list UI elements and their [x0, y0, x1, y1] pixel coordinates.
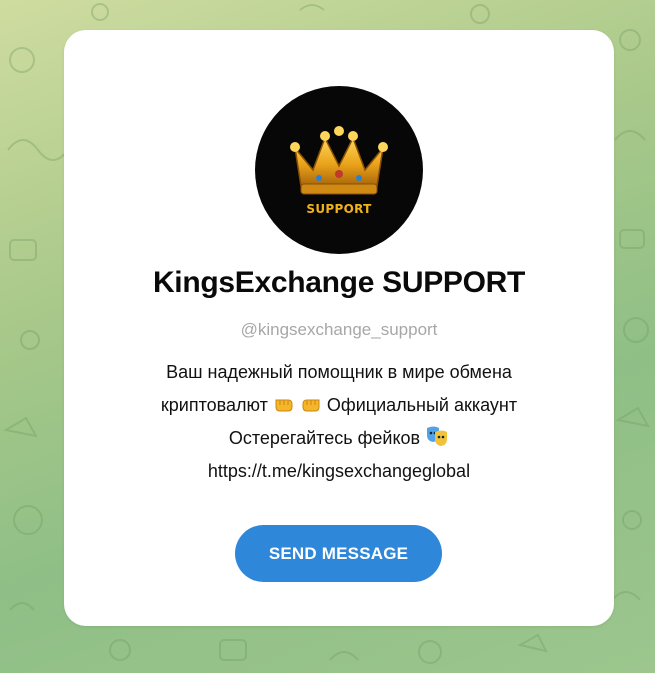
bio-link[interactable]: https://t.me/kingsexchangeglobal [84, 455, 594, 488]
right-facing-fist-icon [302, 399, 320, 412]
bio-line-1: Ваш надежный помощник в мире обмена [166, 362, 512, 382]
send-message-button[interactable]: SEND MESSAGE [235, 525, 442, 582]
profile-name: KingsExchange SUPPORT [152, 266, 526, 299]
profile-bio: Ваш надежный помощник в мире обмена крип… [84, 356, 594, 488]
bio-text: криптовалют [160, 395, 268, 415]
profile-card: SUPPORT KingsExchange SUPPORT @kingsexch… [64, 30, 614, 626]
bio-text: Официальный аккаунт [326, 395, 518, 415]
left-facing-fist-icon [275, 399, 293, 412]
avatar[interactable]: SUPPORT [255, 86, 423, 254]
bio-line-3: Остерегайтесь фейков [84, 422, 594, 455]
performing-arts-icon [427, 426, 448, 446]
profile-username[interactable]: @kingsexchange_support [64, 320, 614, 340]
crown-icon [290, 126, 388, 195]
bio-line-2: криптовалют Официальный аккаунт [84, 389, 594, 422]
bio-text: Остерегайтесь фейков [228, 428, 421, 448]
avatar-label: SUPPORT [306, 202, 372, 216]
